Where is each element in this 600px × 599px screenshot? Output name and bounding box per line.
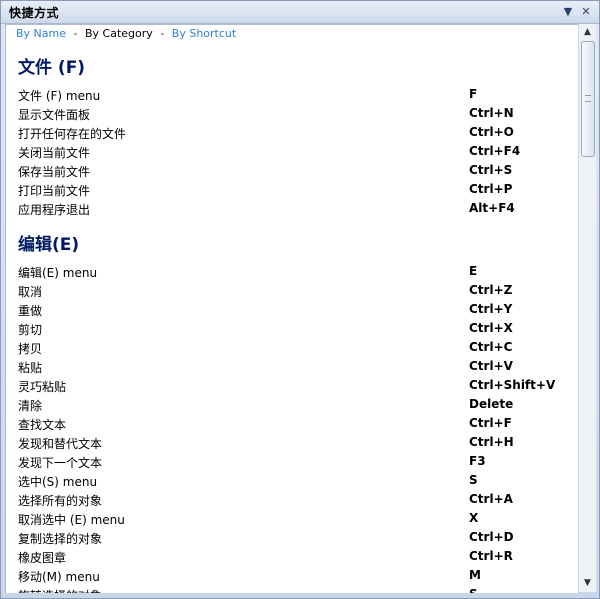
shortcut-key: M xyxy=(469,568,481,582)
shortcut-command-label: 清除 xyxy=(18,399,43,413)
shortcuts-content: By Name - By Category - By Shortcut 文件 (… xyxy=(5,24,579,594)
shortcut-command-label: 复制选择的对象 xyxy=(18,532,103,546)
shortcut-command-label: 应用程序退出 xyxy=(18,203,91,217)
shortcut-command-label: 查找文本 xyxy=(18,418,67,432)
shortcut-key: Alt+F4 xyxy=(469,201,515,215)
shortcut-command-label: 发现下一个文本 xyxy=(18,456,103,470)
shortcut-command-label: 显示文件面板 xyxy=(18,108,91,122)
shortcut-command-label: 打印当前文件 xyxy=(18,184,91,198)
shortcut-command-label: 选择所有的对象 xyxy=(18,494,103,508)
shortcut-key: Ctrl+F4 xyxy=(469,144,521,158)
shortcut-key: Ctrl+F xyxy=(469,416,512,430)
by-category-current: By Category xyxy=(85,27,153,40)
shortcut-key: X xyxy=(469,511,479,525)
shortcut-command-label: 发现和替代文本 xyxy=(18,437,103,451)
shortcut-key: Ctrl+S xyxy=(469,163,513,177)
shortcut-key: Ctrl+V xyxy=(469,359,513,373)
chevron-down-icon[interactable]: ▼ xyxy=(561,5,575,19)
vertical-scrollbar[interactable]: ▲ ▼ xyxy=(578,24,596,592)
shortcut-command-label: 保存当前文件 xyxy=(18,165,91,179)
shortcut-command-label: 取消 xyxy=(18,285,43,299)
shortcut-key: Ctrl+X xyxy=(469,321,513,335)
shortcut-command-label: 打开任何存在的文件 xyxy=(18,127,127,141)
shortcut-command-label: 重做 xyxy=(18,304,43,318)
shortcut-command-label: 灵巧粘贴 xyxy=(18,380,67,394)
shortcut-command-label: 拷贝 xyxy=(18,342,43,356)
shortcut-key: Ctrl+Shift+V xyxy=(469,378,556,392)
arrow-up-icon[interactable]: ▲ xyxy=(579,24,596,40)
shortcut-command-label: 编辑(E) menu xyxy=(18,266,98,280)
scrollbar-thumb[interactable] xyxy=(581,41,595,157)
view-nav: By Name - By Category - By Shortcut xyxy=(16,27,236,40)
shortcut-key: Ctrl+N xyxy=(469,106,514,120)
nav-separator: - xyxy=(73,27,78,40)
close-icon[interactable]: ✕ xyxy=(579,5,593,19)
arrow-down-icon[interactable]: ▼ xyxy=(579,575,596,591)
shortcut-key: Ctrl+H xyxy=(469,435,514,449)
section-heading: 编辑(E) xyxy=(18,235,80,255)
shortcuts-window: 快捷方式 ▼ ✕ By Name - By Category - By Shor… xyxy=(0,0,600,599)
shortcut-key: Ctrl+D xyxy=(469,530,514,544)
shortcut-key: Ctrl+C xyxy=(469,340,513,354)
shortcut-key: F3 xyxy=(469,454,486,468)
shortcut-key: Ctrl+O xyxy=(469,125,514,139)
window-title: 快捷方式 xyxy=(9,6,60,20)
shortcut-command-label: 关闭当前文件 xyxy=(18,146,91,160)
shortcut-key: Ctrl+Y xyxy=(469,302,513,316)
section-heading: 文件 (F) xyxy=(18,58,86,78)
shortcut-key: Ctrl+R xyxy=(469,549,513,563)
shortcut-key: S xyxy=(469,473,478,487)
shortcut-key: Ctrl+P xyxy=(469,182,513,196)
shortcut-key: E xyxy=(469,264,478,278)
shortcut-command-label: 移动(M) menu xyxy=(18,570,100,584)
shortcut-command-label: 粘贴 xyxy=(18,361,43,375)
shortcut-command-label: 选中(S) menu xyxy=(18,475,98,489)
by-shortcut-link[interactable]: By Shortcut xyxy=(172,27,236,40)
shortcut-command-label: 取消选中 (E) menu xyxy=(18,513,125,527)
shortcut-key: F xyxy=(469,87,478,101)
window-bottom-edge xyxy=(1,593,599,598)
shortcut-key: Ctrl+A xyxy=(469,492,513,506)
title-bar: 快捷方式 ▼ ✕ xyxy=(1,1,599,24)
shortcut-command-label: 文件 (F) menu xyxy=(18,89,101,103)
shortcut-command-label: 橡皮图章 xyxy=(18,551,67,565)
nav-separator: - xyxy=(160,27,165,40)
shortcut-command-label: 剪切 xyxy=(18,323,43,337)
shortcut-key: Delete xyxy=(469,397,514,411)
shortcut-key: Ctrl+Z xyxy=(469,283,513,297)
by-name-link[interactable]: By Name xyxy=(16,27,66,40)
grip-icon xyxy=(585,95,591,102)
